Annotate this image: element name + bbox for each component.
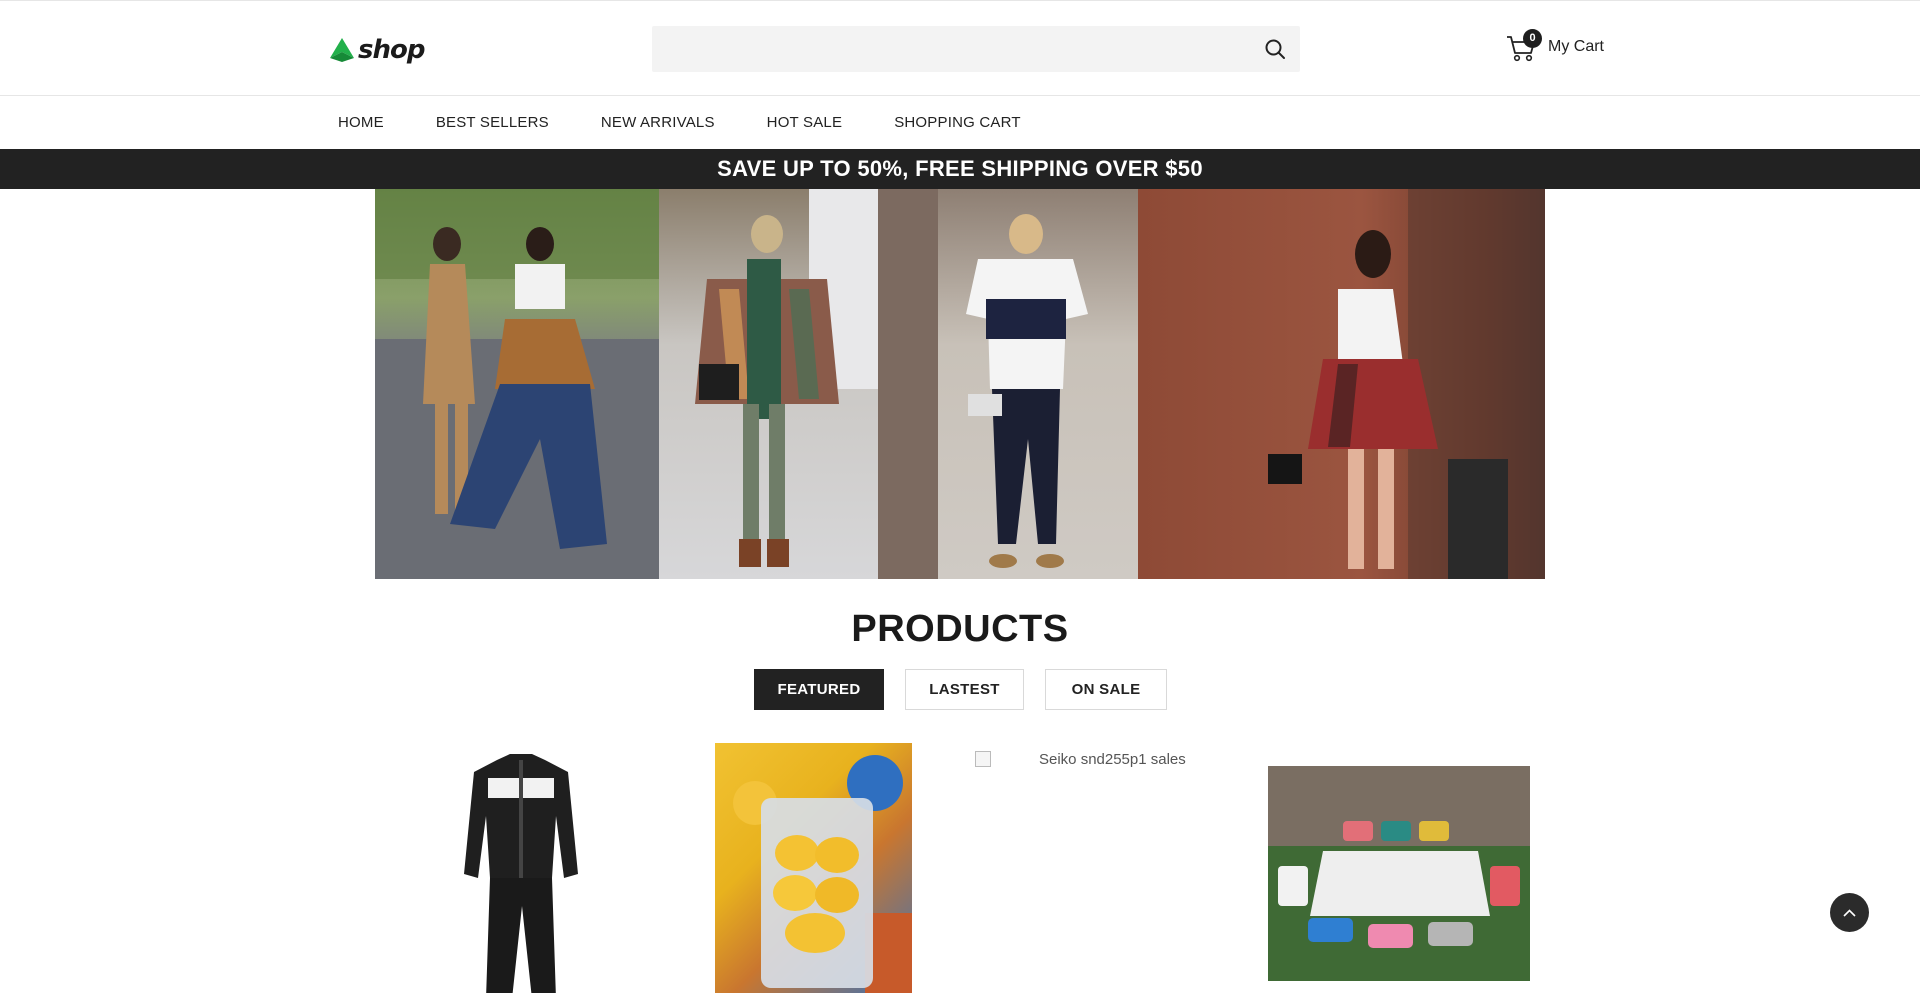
cart-label: My Cart xyxy=(1548,38,1604,55)
tab-featured[interactable]: FEATURED xyxy=(754,669,884,710)
site-header: shop 0 My Cart xyxy=(0,0,1920,96)
hero-photo-street-duo xyxy=(375,189,659,579)
tab-on-sale[interactable]: ON SALE xyxy=(1045,669,1167,710)
broken-image-icon xyxy=(975,751,991,767)
product-grid: Seiko snd255p1 sales xyxy=(0,740,1920,993)
products-title: PRODUCTS xyxy=(851,608,1069,650)
logo-leaf-icon xyxy=(328,36,356,64)
product-image-seiko-broken[interactable]: Seiko snd255p1 sales xyxy=(975,744,1225,774)
cart-count-badge: 0 xyxy=(1523,29,1542,48)
search-icon xyxy=(1264,39,1286,63)
chevron-up-icon xyxy=(1830,909,1869,935)
nav-item-hot-sale[interactable]: HOT SALE xyxy=(767,114,843,131)
product-image-tracksuit[interactable] xyxy=(452,746,590,993)
search-button[interactable] xyxy=(1264,38,1286,60)
product-image-folding-table[interactable] xyxy=(1268,766,1530,981)
hero-photo-plaid-cape xyxy=(659,189,878,579)
search-bar xyxy=(652,26,1300,72)
nav-item-home[interactable]: HOME xyxy=(338,114,384,131)
product-tabs: FEATURED LASTEST ON SALE xyxy=(754,669,1167,710)
hero-photo-striped-tee xyxy=(878,189,1138,579)
logo-text: shop xyxy=(358,35,425,65)
nav-item-best-sellers[interactable]: BEST SELLERS xyxy=(436,114,549,131)
main-nav: HOME BEST SELLERS NEW ARRIVALS HOT SALE … xyxy=(0,96,1920,149)
cart-icon: 0 xyxy=(1506,29,1542,63)
back-to-top-button[interactable] xyxy=(1830,893,1869,932)
product-image-alt-text: Seiko snd255p1 sales xyxy=(1039,750,1186,768)
hero-banner[interactable] xyxy=(375,189,1545,579)
search-input[interactable] xyxy=(652,26,1252,72)
nav-item-shopping-cart[interactable]: SHOPPING CART xyxy=(894,114,1021,131)
promo-banner[interactable]: SAVE UP TO 50%, FREE SHIPPING OVER $50 xyxy=(0,149,1920,189)
my-cart-link[interactable]: 0 My Cart xyxy=(1506,29,1604,65)
product-image-dried-mango[interactable] xyxy=(715,743,912,993)
site-logo[interactable]: shop xyxy=(328,35,425,65)
nav-item-new-arrivals[interactable]: NEW ARRIVALS xyxy=(601,114,715,131)
hero-photo-plaid-skirt xyxy=(1138,189,1545,579)
tab-lastest[interactable]: LASTEST xyxy=(905,669,1024,710)
